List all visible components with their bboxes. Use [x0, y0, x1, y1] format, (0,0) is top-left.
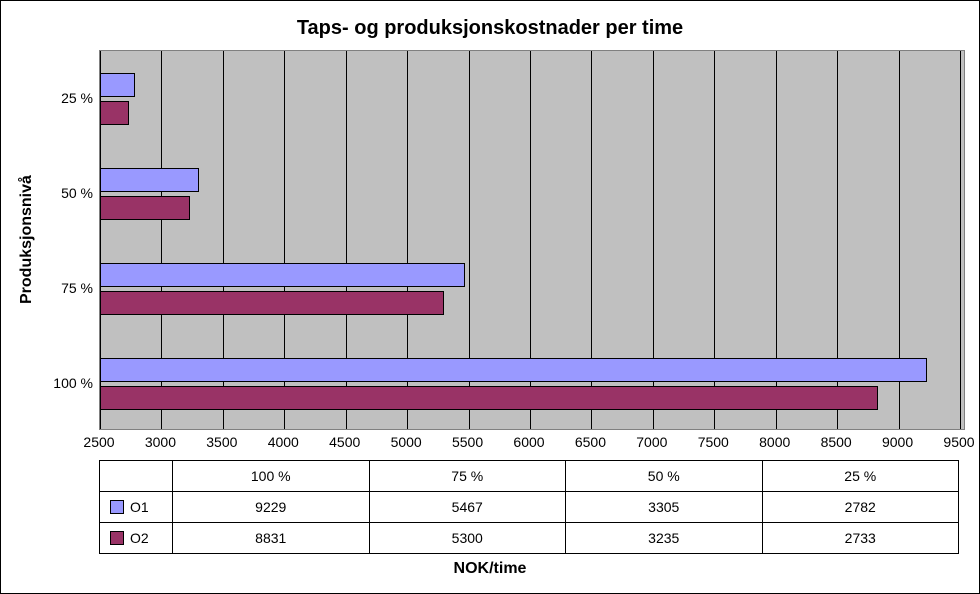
x-tick-label: 9500 [943, 434, 974, 450]
legend-entry-o2: O2 [100, 523, 173, 554]
bar-o1 [100, 358, 927, 382]
x-tick-label: 6000 [513, 434, 544, 450]
bar-o2 [100, 291, 444, 315]
bar-o1 [100, 73, 135, 97]
table-row: O1 9229 5467 3305 2782 [100, 492, 959, 523]
x-tick-label: 7500 [698, 434, 729, 450]
x-tick-label: 6500 [575, 434, 606, 450]
table-col-header: 100 % [173, 461, 370, 492]
bar-o1 [100, 263, 465, 287]
x-tick-label: 3000 [145, 434, 176, 450]
table-col-header: 25 % [762, 461, 959, 492]
plot-area [99, 50, 965, 430]
table-row: O2 8831 5300 3235 2733 [100, 523, 959, 554]
chart-body: Produksjonsnivå 25 % 50 % 75 % 100 % [15, 50, 965, 430]
chart-title: Taps- og produksjonskostnader per time [15, 17, 965, 40]
series-name: O1 [130, 499, 149, 515]
x-tick-label: 8500 [821, 434, 852, 450]
data-table: 100 % 75 % 50 % 25 % O1 9229 5467 3305 2… [99, 460, 959, 554]
table-header-row: 100 % 75 % 50 % 25 % [100, 461, 959, 492]
chart-container: Taps- og produksjonskostnader per time P… [0, 0, 980, 594]
x-tick-label: 9000 [882, 434, 913, 450]
table-cell: 3305 [566, 492, 763, 523]
bar-o2 [100, 101, 129, 125]
swatch-o2-icon [110, 531, 124, 545]
y-axis-categories: 25 % 50 % 75 % 100 % [39, 50, 99, 430]
y-category-label: 75 % [61, 280, 93, 296]
table-corner-cell [100, 461, 173, 492]
x-axis-label: NOK/time [15, 560, 965, 578]
table-cell: 8831 [173, 523, 370, 554]
y-category-label: 50 % [61, 185, 93, 201]
y-category-label: 25 % [61, 90, 93, 106]
table-cell: 9229 [173, 492, 370, 523]
legend-entry-o1: O1 [100, 492, 173, 523]
series-name: O2 [130, 530, 149, 546]
x-axis-ticks: 2500300035004000450050005500600065007000… [99, 430, 959, 452]
bar-o2 [100, 386, 878, 410]
table-cell: 2733 [762, 523, 959, 554]
x-tick-label: 5500 [452, 434, 483, 450]
y-category-label: 100 % [53, 375, 93, 391]
x-tick-label: 4000 [268, 434, 299, 450]
table-col-header: 75 % [369, 461, 566, 492]
x-tick-label: 8000 [759, 434, 790, 450]
table-cell: 5467 [369, 492, 566, 523]
gridline [960, 51, 961, 429]
table-cell: 3235 [566, 523, 763, 554]
table-cell: 5300 [369, 523, 566, 554]
table-cell: 2782 [762, 492, 959, 523]
bar-o1 [100, 168, 199, 192]
x-tick-label: 3500 [206, 434, 237, 450]
x-tick-label: 7000 [636, 434, 667, 450]
table-col-header: 50 % [566, 461, 763, 492]
x-tick-label: 2500 [83, 434, 114, 450]
x-tick-label: 5000 [391, 434, 422, 450]
bar-o2 [100, 196, 190, 220]
swatch-o1-icon [110, 500, 124, 514]
y-axis-label: Produksjonsnivå [15, 50, 39, 430]
x-tick-label: 4500 [329, 434, 360, 450]
